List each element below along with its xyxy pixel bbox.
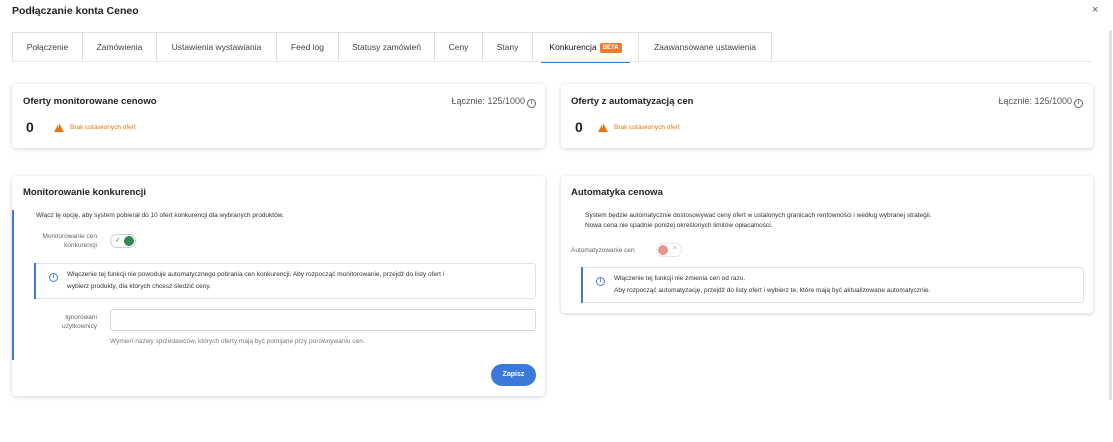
tab-label: Połączenie bbox=[26, 42, 69, 52]
close-icon[interactable]: × bbox=[1092, 4, 1098, 16]
monitored-offers-card: Oferty monitorowane cenowo Łącznie: 125/… bbox=[12, 84, 545, 148]
check-icon: ✓ bbox=[115, 237, 121, 244]
toggle-label-line: Monitorowanie cen bbox=[42, 233, 97, 240]
warning-text: Brak ustawionych ofert bbox=[70, 124, 136, 131]
ignored-label-line: Ignorowani bbox=[65, 314, 97, 321]
info-accent bbox=[34, 263, 36, 299]
automated-offers-card: Oferty z automatyzacją cen Łącznie: 125/… bbox=[561, 84, 1093, 148]
section-accent bbox=[12, 210, 14, 360]
info-line: Aby rozpocząć automatyzację, przejdź do … bbox=[614, 287, 931, 294]
competition-monitoring-toggle[interactable]: ✓ bbox=[110, 234, 136, 248]
toggle-knob bbox=[658, 245, 668, 255]
tab-label: Statusy zamówień bbox=[352, 42, 421, 52]
close-icon: × bbox=[672, 245, 677, 252]
tab-zamowienia[interactable]: Zamówienia bbox=[83, 33, 157, 62]
offers-count: 0 bbox=[575, 119, 583, 135]
info-line: Włączenie tej funkcji nie powoduje autom… bbox=[67, 271, 445, 278]
toggle-knob bbox=[124, 236, 134, 246]
tab-label: Stany bbox=[496, 42, 519, 52]
save-button[interactable]: Zapisz bbox=[491, 364, 536, 386]
description-line: System będzie automatycznie dostosowywać… bbox=[585, 212, 932, 219]
description-line: Nowa cena nie spadnie poniżej określonyc… bbox=[585, 222, 773, 229]
offers-count: 0 bbox=[26, 119, 34, 135]
tab-label: Zamówienia bbox=[96, 42, 143, 52]
info-accent bbox=[581, 267, 583, 303]
tab-ceny[interactable]: Ceny bbox=[435, 33, 483, 62]
ignored-users-label: Ignorowani użytkownicy bbox=[22, 313, 97, 331]
info-text: Włączenie tej funkcji nie powoduje autom… bbox=[67, 269, 444, 293]
toggle-label: Automatyzowanie cen bbox=[571, 247, 635, 254]
toggle-label-line: konkurencji bbox=[64, 242, 97, 249]
total-counter: Łącznie: 125/1000 i bbox=[451, 96, 536, 108]
info-line: Włączenie tej funkcji nie zmienia cen od… bbox=[614, 275, 746, 282]
section-description: System będzie automatycznie dostosowywać… bbox=[585, 211, 931, 231]
warning-text: Brak ustawionych ofert bbox=[614, 124, 680, 131]
info-icon[interactable]: i bbox=[1074, 99, 1083, 108]
tab-statusy-zamowien[interactable]: Statusy zamówień bbox=[339, 33, 435, 62]
info-icon[interactable]: i bbox=[527, 99, 536, 108]
tab-label: Ceny bbox=[448, 42, 469, 52]
card-title: Oferty monitorowane cenowo bbox=[23, 96, 157, 107]
warning-icon bbox=[54, 123, 64, 132]
beta-badge: BETA bbox=[599, 43, 622, 53]
info-box: i Włączenie tej funkcji nie zmienia cen … bbox=[581, 267, 1084, 303]
tab-konkurencja[interactable]: Konkurencja BETA bbox=[533, 33, 639, 63]
price-automation-toggle[interactable]: × bbox=[656, 243, 682, 257]
scrollbar[interactable] bbox=[1109, 30, 1112, 400]
info-icon: i bbox=[596, 277, 605, 286]
info-text: Włączenie tej funkcji nie zmienia cen od… bbox=[614, 273, 930, 297]
warning-icon bbox=[598, 123, 608, 132]
info-icon: i bbox=[49, 273, 58, 282]
card-title: Oferty z automatyzacją cen bbox=[571, 96, 694, 107]
tab-zaawansowane-ustawienia[interactable]: Zaawansowane ustawienia bbox=[639, 33, 771, 62]
total-text: Łącznie: 125/1000 bbox=[998, 96, 1072, 106]
warning-message: Brak ustawionych ofert bbox=[54, 123, 136, 132]
info-box: i Włączenie tej funkcji nie powoduje aut… bbox=[34, 263, 536, 299]
competition-monitoring-card: Monitorowanie konkurencji Włącz tę opcję… bbox=[12, 176, 545, 396]
tab-ustawienia-wystawiania[interactable]: Ustawienia wystawiania bbox=[157, 33, 277, 62]
total-counter: Łącznie: 125/1000 i bbox=[998, 96, 1083, 108]
tab-label: Zaawansowane ustawienia bbox=[653, 42, 757, 52]
tab-label: Ustawienia wystawiania bbox=[171, 42, 262, 52]
total-text: Łącznie: 125/1000 bbox=[451, 96, 525, 106]
tab-label: Feed log bbox=[290, 42, 325, 52]
tab-bar: Połączenie Zamówienia Ustawienia wystawi… bbox=[12, 32, 772, 63]
price-automation-card: Automatyka cenowa System będzie automaty… bbox=[561, 176, 1093, 313]
card-title: Monitorowanie konkurencji bbox=[23, 187, 146, 198]
tab-polaczenie[interactable]: Połączenie bbox=[13, 33, 83, 62]
warning-message: Brak ustawionych ofert bbox=[598, 123, 680, 132]
card-title: Automatyka cenowa bbox=[571, 187, 663, 198]
tab-stany[interactable]: Stany bbox=[483, 33, 533, 62]
tab-label: Konkurencja bbox=[549, 42, 597, 52]
tab-feed-log[interactable]: Feed log bbox=[277, 33, 339, 62]
toggle-label: Monitorowanie cen konkurencji bbox=[22, 232, 97, 250]
ignored-users-hint: Wymień nazwy sprzedawców, których oferty… bbox=[110, 338, 365, 345]
ignored-users-input[interactable] bbox=[110, 309, 536, 331]
info-line: wybierz produkty, dla których chcesz śle… bbox=[67, 283, 211, 290]
tabs-divider bbox=[12, 61, 1092, 62]
section-description: Włącz tę opcję, aby system pobierał do 1… bbox=[36, 212, 284, 219]
ignored-label-line: użytkownicy bbox=[61, 323, 97, 330]
modal-title: Podłączanie konta Ceneo bbox=[12, 5, 139, 17]
